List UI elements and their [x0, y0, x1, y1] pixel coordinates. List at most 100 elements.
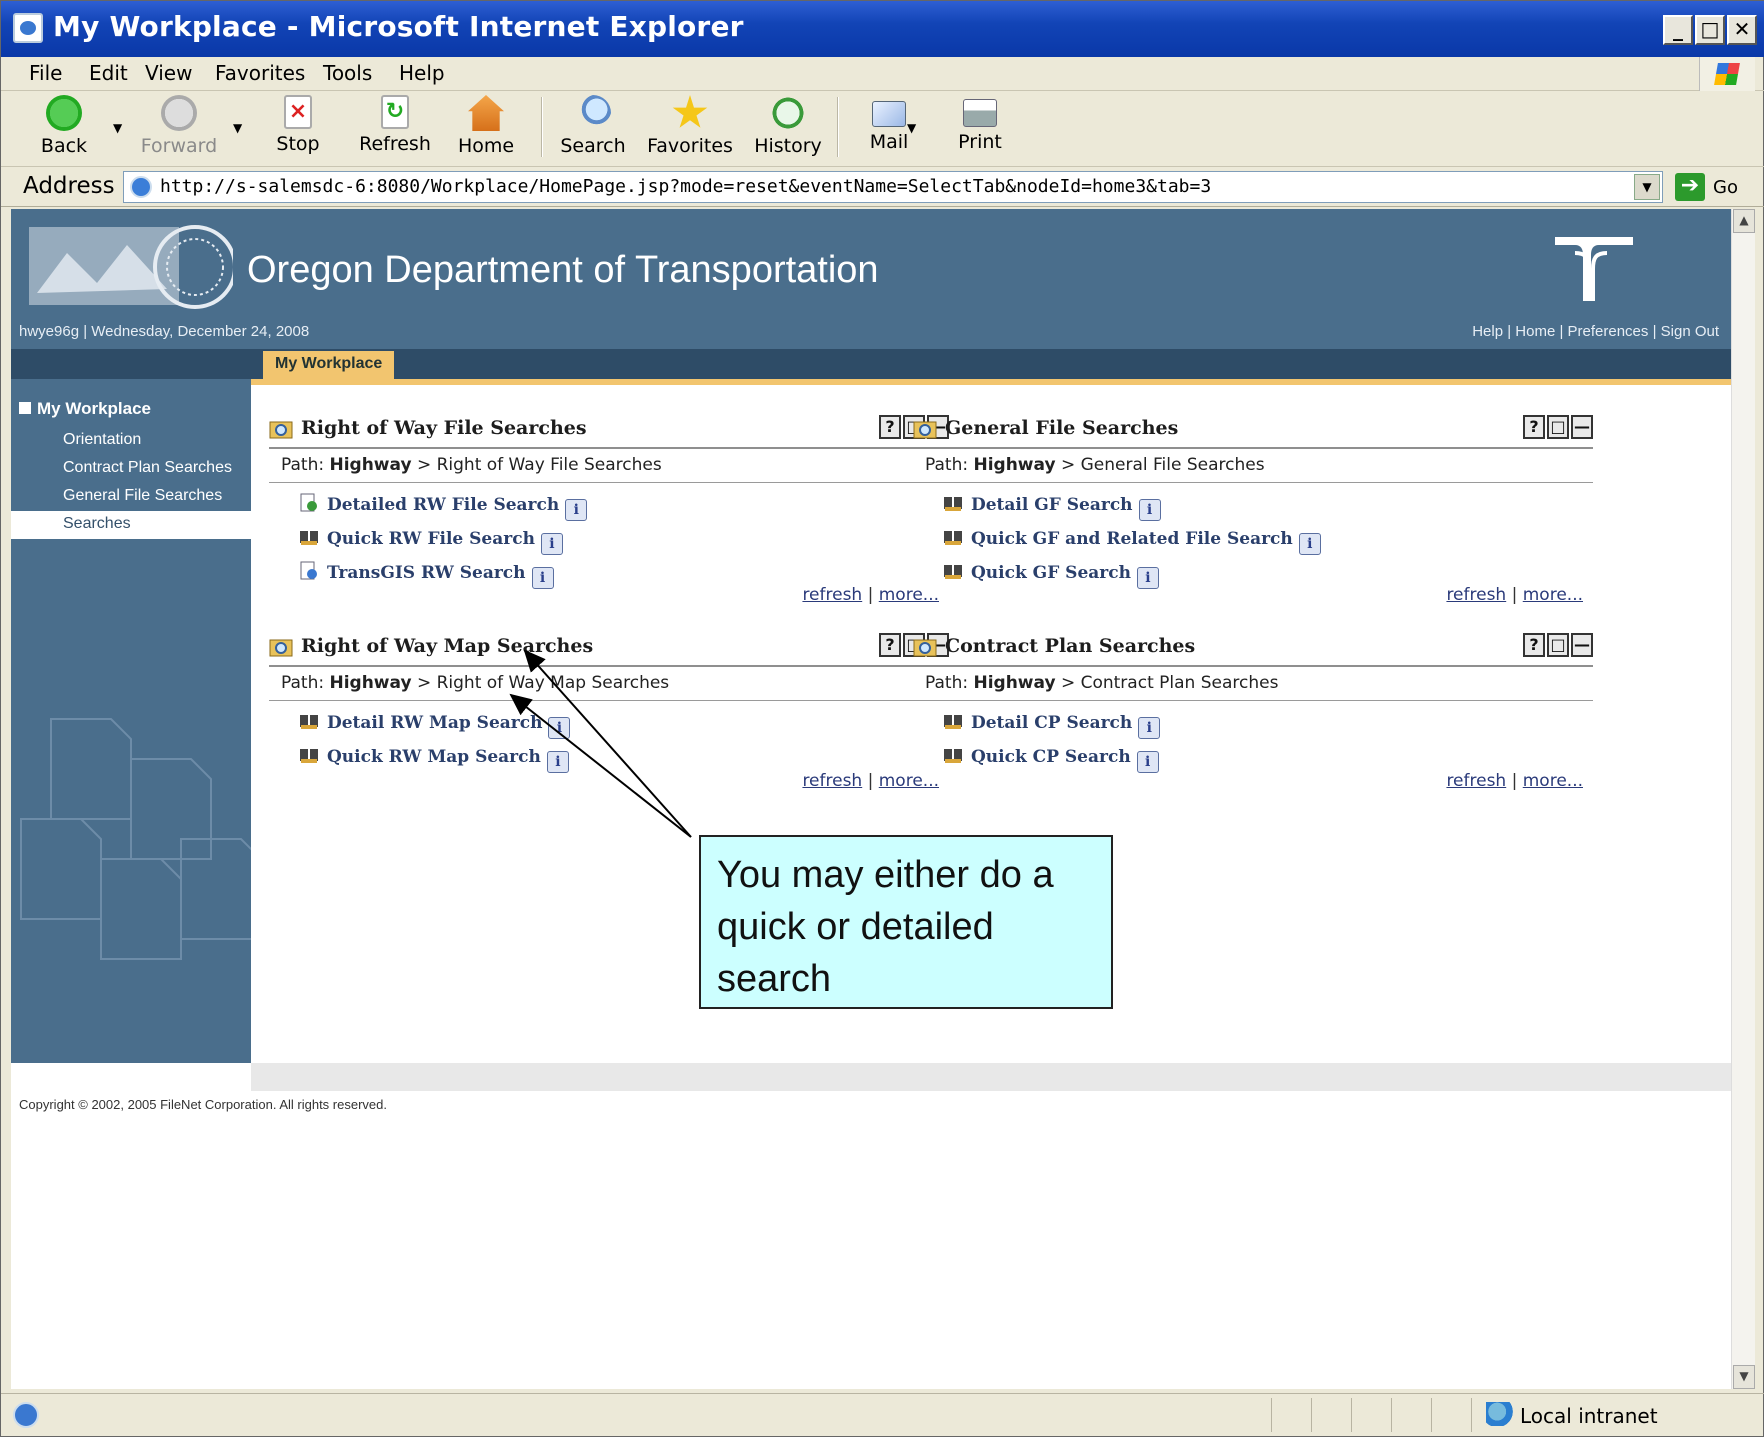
scroll-up-icon[interactable]: ▲ — [1733, 209, 1755, 233]
help-icon[interactable]: ? — [879, 415, 901, 439]
home-button[interactable]: Home — [451, 93, 521, 157]
toolbar: Back ▼ Forward ▼ × Stop ↻ Refresh Home S… — [1, 91, 1764, 167]
title-bar: My Workplace - Microsoft Internet Explor… — [1, 1, 1764, 57]
scroll-down-icon[interactable]: ▼ — [1733, 1365, 1755, 1389]
refresh-link[interactable]: refresh — [1446, 585, 1506, 605]
info-icon[interactable]: i — [1298, 533, 1321, 555]
more-link[interactable]: more... — [1523, 585, 1583, 605]
vertical-scrollbar[interactable]: ▲ ▼ — [1731, 209, 1755, 1389]
binoculars-icon — [300, 749, 318, 763]
minimize-icon[interactable]: — — [1571, 633, 1593, 657]
help-icon[interactable]: ? — [879, 633, 901, 657]
info-icon[interactable]: i — [531, 567, 554, 589]
more-link[interactable]: more... — [879, 771, 939, 791]
info-icon[interactable]: i — [565, 499, 588, 521]
printer-icon — [963, 99, 997, 127]
link-detail-rw-map-search[interactable]: Detail RW Map Search i — [299, 705, 949, 739]
mail-dropdown-icon[interactable]: ▼ — [907, 121, 916, 135]
link-quick-rw-file-search[interactable]: Quick RW File Search i — [299, 521, 949, 555]
maximize-button[interactable]: □ — [1695, 15, 1725, 45]
link-quick-gf-and-related-file-search[interactable]: Quick GF and Related File Search i — [943, 521, 1593, 555]
link-quick-rw-map-search[interactable]: Quick RW Map Search i — [299, 739, 949, 773]
star-icon — [672, 95, 708, 128]
menu-favorites[interactable]: Favorites — [215, 61, 305, 85]
print-button[interactable]: Print — [945, 93, 1015, 153]
info-icon[interactable]: i — [540, 533, 563, 555]
nav-item-contract-plan-searches[interactable]: Contract Plan Searches — [11, 455, 251, 483]
go-arrow-icon[interactable]: ➔ — [1675, 173, 1705, 201]
info-icon[interactable]: i — [1136, 567, 1159, 589]
oregon-seal-logo — [29, 225, 233, 309]
breadcrumb: Path: Highway > General File Searches — [913, 449, 1593, 483]
minimize-button[interactable]: _ — [1663, 15, 1693, 45]
help-icon[interactable]: ? — [1523, 633, 1545, 657]
toolbar-separator — [541, 97, 543, 157]
tab-my-workplace[interactable]: My Workplace — [263, 351, 395, 379]
link-detailed-rw-file-search[interactable]: Detailed RW File Search i — [299, 487, 949, 521]
portlet-right-of-way-map-searches: Right of Way Map Searches ?□— Path: High… — [269, 631, 949, 791]
more-link[interactable]: more... — [1523, 771, 1583, 791]
maximize-icon[interactable]: □ — [1547, 415, 1569, 439]
portlet-header: Right of Way File Searches ?□— — [269, 413, 949, 449]
info-icon[interactable]: i — [546, 751, 569, 773]
stop-button[interactable]: × Stop — [263, 93, 333, 155]
header-links[interactable]: Help | Home | Preferences | Sign Out — [1472, 323, 1719, 340]
nav-item-general-file-searches[interactable]: General File Searches — [11, 483, 251, 511]
back-dropdown-icon[interactable]: ▼ — [113, 121, 122, 135]
collapse-icon[interactable] — [19, 402, 31, 414]
info-icon[interactable]: i — [1136, 751, 1159, 773]
address-dropdown-icon[interactable]: ▼ — [1634, 174, 1660, 200]
binoculars-icon — [944, 497, 962, 511]
favorites-button[interactable]: Favorites — [641, 93, 739, 157]
info-icon[interactable]: i — [1138, 499, 1161, 521]
search-folder-icon — [269, 421, 293, 439]
refresh-link[interactable]: refresh — [802, 585, 862, 605]
refresh-button[interactable]: ↻ Refresh — [349, 93, 441, 155]
status-pane — [1431, 1398, 1469, 1432]
history-button[interactable]: History — [745, 93, 831, 157]
menu-tools[interactable]: Tools — [323, 61, 372, 85]
menu-help[interactable]: Help — [399, 61, 445, 85]
forward-button[interactable]: Forward — [133, 93, 225, 157]
address-bar: Address http://s-salemsdc-6:8080/Workpla… — [1, 167, 1764, 207]
minimize-icon[interactable]: — — [1571, 415, 1593, 439]
link-quick-gf-search[interactable]: Quick GF Search i — [943, 555, 1593, 589]
binoculars-icon — [300, 531, 318, 545]
link-quick-cp-search[interactable]: Quick CP Search i — [943, 739, 1593, 773]
left-navigation: My Workplace Orientation Contract Plan S… — [11, 379, 251, 1063]
organization-name: Oregon Department of Transportation — [247, 249, 879, 291]
breadcrumb: Path: Highway > Right of Way File Search… — [269, 449, 949, 483]
nav-item-searches[interactable]: Searches — [11, 511, 251, 539]
link-detail-cp-search[interactable]: Detail CP Search i — [943, 705, 1593, 739]
menu-view[interactable]: View — [145, 61, 192, 85]
address-url[interactable]: http://s-salemsdc-6:8080/Workplace/HomeP… — [160, 176, 1211, 197]
address-input[interactable]: http://s-salemsdc-6:8080/Workplace/HomeP… — [123, 171, 1663, 203]
maximize-icon[interactable]: □ — [1547, 633, 1569, 657]
info-icon[interactable]: i — [548, 717, 571, 739]
portlet-footer: refresh | more... — [1446, 771, 1583, 791]
toolbar-separator — [837, 97, 839, 157]
menu-file[interactable]: File — [29, 61, 62, 85]
forward-arrow-icon — [161, 95, 197, 131]
link-transgis-rw-search[interactable]: TransGIS RW Search i — [299, 555, 949, 589]
refresh-link[interactable]: refresh — [802, 771, 862, 791]
close-button[interactable]: ✕ — [1727, 15, 1757, 45]
mail-button[interactable]: Mail — [849, 93, 929, 153]
nav-item-orientation[interactable]: Orientation — [11, 427, 251, 455]
menu-edit[interactable]: Edit — [89, 61, 128, 85]
forward-dropdown-icon[interactable]: ▼ — [233, 121, 242, 135]
user-date-line: hwye96g | Wednesday, December 24, 2008 — [19, 323, 310, 340]
page-status-icon — [13, 1402, 39, 1428]
refresh-link[interactable]: refresh — [1446, 771, 1506, 791]
status-pane — [1351, 1398, 1389, 1432]
back-button[interactable]: Back — [29, 93, 99, 157]
info-icon[interactable]: i — [1138, 717, 1161, 739]
go-button[interactable]: Go — [1713, 177, 1738, 198]
search-button[interactable]: Search — [553, 93, 633, 157]
windows-logo-icon — [1699, 57, 1755, 91]
refresh-icon: ↻ — [381, 95, 409, 129]
nav-title[interactable]: My Workplace — [19, 399, 151, 419]
status-pane — [1271, 1398, 1309, 1432]
link-detail-gf-search[interactable]: Detail GF Search i — [943, 487, 1593, 521]
help-icon[interactable]: ? — [1523, 415, 1545, 439]
